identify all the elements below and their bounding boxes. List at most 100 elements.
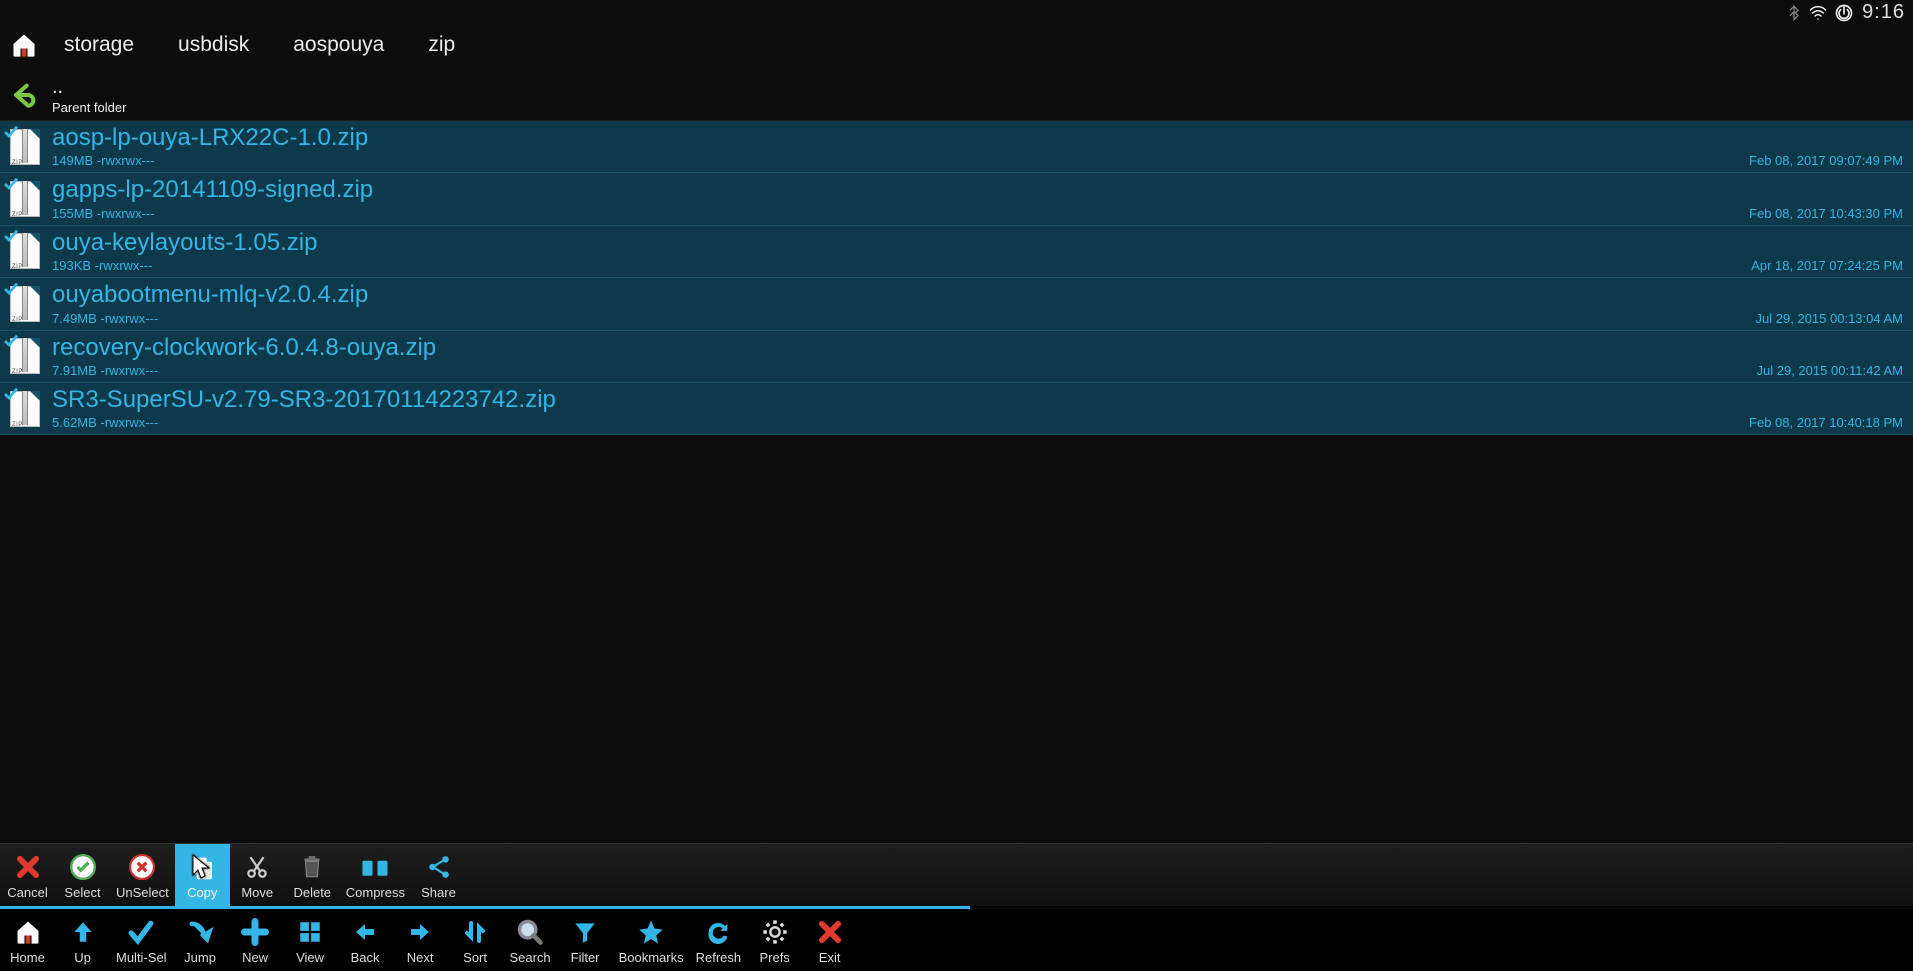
sort-icon [459,916,491,948]
unselect-button[interactable]: UnSelect [110,844,175,906]
button-label: Prefs [759,950,789,965]
plus-icon [239,916,271,948]
breadcrumb-item[interactable]: zip [406,27,477,63]
breadcrumb-item[interactable]: usbdisk [156,27,271,63]
x-circle-red-icon [126,851,158,883]
exit-button[interactable]: Exit [802,909,857,971]
select-button[interactable]: Select [55,844,110,906]
toolbar-indicator [0,906,970,909]
parent-sub: Parent folder [52,100,1905,115]
button-label: Multi-Sel [116,950,167,965]
trash-icon [296,851,328,883]
file-row[interactable]: ZIP recovery-clockwork-6.0.4.8-ouya.zip … [0,331,1913,383]
zip-file-icon: ZIP [6,336,52,376]
breadcrumb: storage usbdisk aospouya zip [0,25,1913,65]
file-name: SR3-SuperSU-v2.79-SR3-20170114223742.zip [52,387,1905,413]
compress-button[interactable]: Compress [340,844,411,906]
file-date: Apr 18, 2017 07:24:25 PM [1751,258,1903,273]
status-clock: 9:16 [1862,1,1905,24]
file-meta: 5.62MB -rwxrwx--- [52,415,1905,430]
file-list: .. Parent folder ZIP aosp-lp-ouya-LRX22C… [0,70,1913,841]
star-icon [635,916,667,948]
filter-icon [569,916,601,948]
button-label: New [242,950,268,965]
file-row[interactable]: ZIP ouya-keylayouts-1.05.zip 193KB -rwxr… [0,226,1913,278]
button-label: UnSelect [116,885,169,900]
file-date: Feb 08, 2017 10:43:30 PM [1749,206,1903,221]
file-row[interactable]: ZIP gapps-lp-20141109-signed.zip 155MB -… [0,173,1913,225]
refresh-icon [702,916,734,948]
button-label: Up [74,950,91,965]
filter-button[interactable]: Filter [558,909,613,971]
jump-button[interactable]: Jump [173,909,228,971]
button-label: Exit [819,950,841,965]
button-label: Refresh [696,950,742,965]
status-bar: 9:16 [0,0,1913,25]
check-icon [125,916,157,948]
next-button[interactable]: Next [393,909,448,971]
up-button[interactable]: Up [55,909,110,971]
button-label: Filter [571,950,600,965]
home-root-button[interactable] [6,29,42,61]
search-button[interactable]: Search [503,909,558,971]
button-label: Delete [293,885,331,900]
scissors-icon [241,851,273,883]
sort-button[interactable]: Sort [448,909,503,971]
file-name: ouyabootmenu-mlq-v2.0.4.zip [52,282,1905,308]
x-red-icon [814,916,846,948]
back-button[interactable]: Back [338,909,393,971]
parent-name: .. [52,76,1905,98]
home-icon [12,916,44,948]
zip-file-icon: ZIP [6,284,52,324]
file-row[interactable]: ZIP SR3-SuperSU-v2.79-SR3-20170114223742… [0,383,1913,435]
parent-folder-row[interactable]: .. Parent folder [0,70,1913,121]
delete-button[interactable]: Delete [285,844,340,906]
cursor-icon [192,854,212,887]
multisel-button[interactable]: Multi-Sel [110,909,173,971]
button-label: Move [241,885,273,900]
zip-file-icon: ZIP [6,389,52,429]
file-meta: 149MB -rwxrwx--- [52,153,1905,168]
new-button[interactable]: New [228,909,283,971]
home-button[interactable]: Home [0,909,55,971]
file-meta: 193KB -rwxrwx--- [52,258,1905,273]
search-icon [514,916,546,948]
wifi-icon [1808,4,1828,22]
bookmarks-button[interactable]: Bookmarks [613,909,690,971]
button-label: Select [64,885,100,900]
prefs-button[interactable]: Prefs [747,909,802,971]
button-label: Next [407,950,434,965]
file-row[interactable]: ZIP aosp-lp-ouya-LRX22C-1.0.zip 149MB -r… [0,121,1913,173]
breadcrumb-item[interactable]: storage [42,27,156,63]
button-label: Jump [184,950,216,965]
file-date: Feb 08, 2017 09:07:49 PM [1749,153,1903,168]
button-label: Home [10,950,45,965]
power-icon [1834,3,1854,23]
file-name: ouya-keylayouts-1.05.zip [52,230,1905,256]
jump-arrow-icon [184,916,216,948]
breadcrumb-item[interactable]: aospouya [271,27,406,63]
gear-icon [759,916,791,948]
x-red-icon [12,851,44,883]
arrow-right-icon [404,916,436,948]
file-name: aosp-lp-ouya-LRX22C-1.0.zip [52,125,1905,151]
file-meta: 7.91MB -rwxrwx--- [52,363,1905,378]
file-date: Jul 29, 2015 00:13:04 AM [1756,311,1903,326]
arrow-up-icon [67,916,99,948]
compress-icon [359,851,391,883]
refresh-button[interactable]: Refresh [690,909,748,971]
share-button[interactable]: Share [411,844,466,906]
file-meta: 7.49MB -rwxrwx--- [52,311,1905,326]
cancel-button[interactable]: Cancel [0,844,55,906]
view-button[interactable]: View [283,909,338,971]
zip-file-icon: ZIP [6,127,52,167]
share-icon [423,851,455,883]
button-label: Bookmarks [619,950,684,965]
file-row[interactable]: ZIP ouyabootmenu-mlq-v2.0.4.zip 7.49MB -… [0,278,1913,330]
button-label: View [296,950,324,965]
bluetooth-icon [1786,4,1802,22]
file-name: gapps-lp-20141109-signed.zip [52,177,1905,203]
arrow-left-icon [349,916,381,948]
file-date: Jul 29, 2015 00:11:42 AM [1757,363,1903,378]
move-button[interactable]: Move [230,844,285,906]
